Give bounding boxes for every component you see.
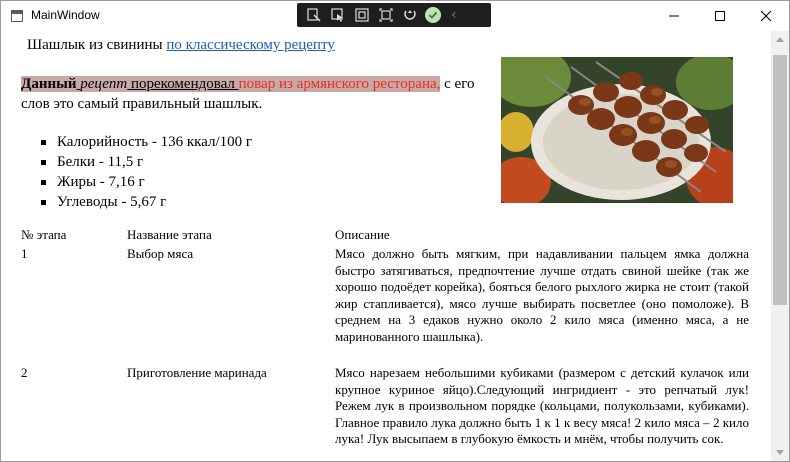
intro-red-text: повар из армянского ресторана, bbox=[238, 76, 441, 92]
live-visual-tree-icon[interactable] bbox=[305, 6, 323, 24]
vertical-scrollbar[interactable] bbox=[771, 31, 789, 461]
close-icon bbox=[760, 10, 772, 22]
select-element-icon[interactable] bbox=[329, 6, 347, 24]
recipe-heading: Шашлык из свинины по классическому рецеп… bbox=[27, 37, 335, 54]
display-layout-adorners-icon[interactable] bbox=[353, 6, 371, 24]
nutrition-list: Калорийность - 136 ккал/100 г Белки - 11… bbox=[33, 132, 252, 212]
table-row-name: Приготовление маринада bbox=[127, 365, 267, 380]
maximize-icon bbox=[715, 11, 725, 21]
maximize-button[interactable] bbox=[697, 1, 743, 31]
minimize-button[interactable] bbox=[651, 1, 697, 31]
main-window: MainWindow ‹ Шашлык из свинины по класси… bbox=[0, 0, 790, 462]
column-header-name: Название этапа bbox=[127, 227, 212, 242]
window-icon bbox=[11, 10, 23, 22]
scroll-down-icon[interactable] bbox=[776, 450, 784, 455]
close-button[interactable] bbox=[743, 1, 789, 31]
list-item: Углеводы - 5,67 г bbox=[33, 192, 252, 212]
track-focus-icon[interactable] bbox=[377, 6, 395, 24]
recipe-heading-text: Шашлык из свинины bbox=[27, 37, 163, 53]
scroll-up-icon[interactable] bbox=[776, 37, 784, 42]
intro-underlined-text: порекомендовал bbox=[131, 76, 235, 92]
shashlik-photo bbox=[501, 57, 733, 203]
minimize-icon bbox=[669, 15, 679, 17]
scroll-thumb[interactable] bbox=[773, 55, 787, 305]
collapse-toolbar-icon[interactable]: ‹ bbox=[451, 7, 457, 23]
title-bar[interactable]: MainWindow ‹ bbox=[1, 1, 789, 31]
intro-paragraph: Данный рецепт порекомендовал повар из ар… bbox=[21, 74, 491, 114]
table-row-desc: Мясо нарезаем небольшими кубиками (разме… bbox=[335, 365, 749, 446]
table-row-num: 2 bbox=[21, 365, 28, 380]
window-title: MainWindow bbox=[31, 8, 100, 22]
column-header-num: № этапа bbox=[21, 227, 67, 242]
intro-bold-text: Данный bbox=[21, 76, 77, 92]
document-viewer[interactable]: Шашлык из свинины по классическому рецеп… bbox=[1, 31, 771, 461]
table-row-num: 1 bbox=[21, 246, 28, 261]
table-row-desc: Мясо должно быть мягким, при надавливани… bbox=[335, 246, 749, 344]
check-icon[interactable] bbox=[425, 7, 441, 23]
table-row-name: Выбор мяса bbox=[127, 246, 194, 261]
list-item: Белки - 11,5 г bbox=[33, 152, 252, 172]
hot-reload-icon[interactable] bbox=[401, 6, 419, 24]
intro-italic-text: рецепт bbox=[80, 76, 128, 92]
column-header-desc: Описание bbox=[335, 227, 390, 242]
list-item: Жиры - 7,16 г bbox=[33, 172, 252, 192]
list-item: Калорийность - 136 ккал/100 г bbox=[33, 132, 252, 152]
classic-recipe-link[interactable]: по классическому рецепту bbox=[166, 37, 335, 53]
xaml-debug-toolbar: ‹ bbox=[297, 3, 491, 27]
